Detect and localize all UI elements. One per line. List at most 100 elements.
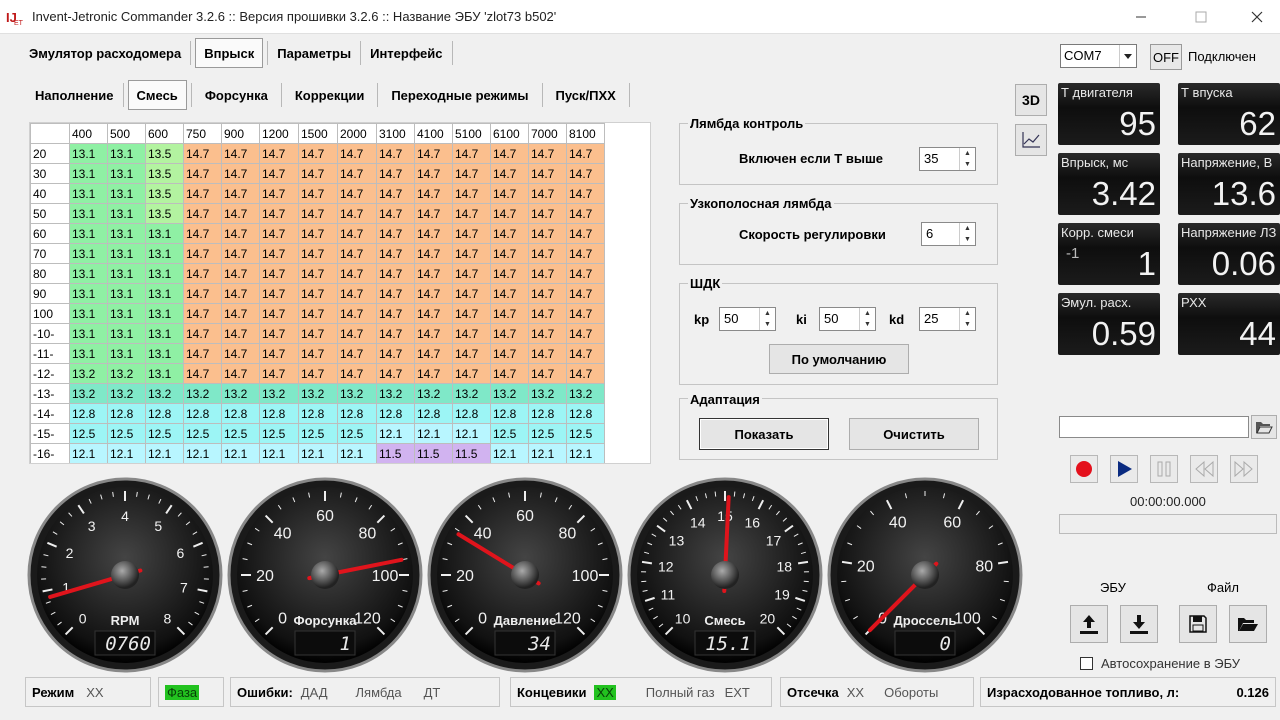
mixture-table[interactable]: 400 500 600 750 900 1200 1500 2000 3100 4100 5100 6…: [29, 122, 651, 464]
grid-cell[interactable]: 12.1: [221, 443, 260, 463]
grid-cell[interactable]: 14.7: [376, 343, 415, 364]
grid-cell[interactable]: 13.1: [145, 283, 184, 304]
grid-cell[interactable]: 14.7: [259, 303, 299, 324]
grid-cell[interactable]: 13.2: [528, 383, 567, 404]
grid-cell[interactable]: 14.7: [452, 203, 491, 224]
grid-cell[interactable]: 14.7: [337, 143, 377, 164]
grid-cell[interactable]: 14.7: [183, 363, 222, 384]
grid-cell[interactable]: 14.7: [183, 263, 222, 284]
default-button[interactable]: По умолчанию: [769, 344, 909, 374]
spinner-arrows-icon[interactable]: ▲ ▼: [859, 308, 875, 330]
com-port-select[interactable]: COM7: [1060, 44, 1137, 68]
grid-cell[interactable]: 14.7: [414, 363, 453, 384]
grid-cell[interactable]: 14.7: [337, 263, 377, 284]
grid-cell[interactable]: 12.1: [298, 443, 338, 463]
minimize-button[interactable]: [1118, 0, 1164, 34]
grid-cell[interactable]: 12.8: [566, 403, 605, 424]
grid-cell[interactable]: 13.1: [69, 303, 108, 324]
grid-cell[interactable]: 14.7: [376, 143, 415, 164]
grid-cell[interactable]: 14.7: [414, 223, 453, 244]
grid-cell[interactable]: 14.7: [183, 303, 222, 324]
grid-cell[interactable]: 14.7: [528, 203, 567, 224]
grid-cell[interactable]: 13.2: [452, 383, 491, 404]
grid-cell[interactable]: 12.8: [376, 403, 415, 424]
grid-cell[interactable]: 14.7: [490, 223, 529, 244]
subtab-transients[interactable]: Переходные режимы: [378, 80, 541, 110]
grid-cell[interactable]: 14.7: [452, 363, 491, 384]
grid-cell[interactable]: 14.7: [376, 183, 415, 204]
grid-cell[interactable]: 12.5: [107, 423, 146, 444]
grid-cell[interactable]: 14.7: [183, 243, 222, 264]
grid-cell[interactable]: 14.7: [376, 363, 415, 384]
chart-view-button[interactable]: [1015, 124, 1047, 156]
grid-cell[interactable]: 14.7: [183, 223, 222, 244]
grid-cell[interactable]: 14.7: [337, 343, 377, 364]
grid-cell[interactable]: 13.1: [69, 143, 108, 164]
grid-cell[interactable]: 14.7: [566, 263, 605, 284]
grid-cell[interactable]: 14.7: [337, 223, 377, 244]
grid-cell[interactable]: 14.7: [376, 323, 415, 344]
grid-cell[interactable]: 14.7: [528, 303, 567, 324]
download-from-ecu-button[interactable]: [1120, 605, 1158, 643]
tab-interface[interactable]: Интерфейс: [361, 38, 451, 68]
grid-cell[interactable]: 14.7: [452, 343, 491, 364]
grid-cell[interactable]: 13.2: [183, 383, 222, 404]
grid-cell[interactable]: 14.7: [298, 143, 338, 164]
close-button[interactable]: [1234, 0, 1280, 34]
spinner-arrows-icon[interactable]: ▲ ▼: [959, 148, 975, 170]
grid-cell[interactable]: 14.7: [337, 303, 377, 324]
grid-cell[interactable]: 13.2: [69, 383, 108, 404]
grid-cell[interactable]: 14.7: [221, 243, 260, 264]
grid-cell[interactable]: 14.7: [528, 183, 567, 204]
grid-cell[interactable]: 14.7: [376, 243, 415, 264]
grid-cell[interactable]: 13.1: [145, 263, 184, 284]
ki-spinner[interactable]: 50 ▲ ▼: [819, 307, 876, 331]
grid-cell[interactable]: 14.7: [528, 363, 567, 384]
mixture-grid[interactable]: 400 500 600 750 900 1200 1500 2000 3100 4100 5100 6…: [30, 123, 605, 463]
grid-cell[interactable]: 14.7: [414, 323, 453, 344]
grid-cell[interactable]: 14.7: [259, 143, 299, 164]
grid-cell[interactable]: 14.7: [376, 223, 415, 244]
grid-cell[interactable]: 14.7: [452, 263, 491, 284]
grid-cell[interactable]: 12.8: [183, 403, 222, 424]
grid-cell[interactable]: 14.7: [528, 323, 567, 344]
grid-cell[interactable]: 14.7: [259, 263, 299, 284]
grid-cell[interactable]: 12.1: [259, 443, 299, 463]
grid-cell[interactable]: 14.7: [566, 343, 605, 364]
grid-cell[interactable]: 12.8: [298, 403, 338, 424]
spinner-arrows-icon[interactable]: ▲ ▼: [959, 223, 975, 245]
grid-cell[interactable]: 12.5: [566, 423, 605, 444]
grid-cell[interactable]: 13.2: [221, 383, 260, 404]
grid-cell[interactable]: 13.1: [69, 283, 108, 304]
maximize-button[interactable]: [1178, 0, 1224, 34]
grid-cell[interactable]: 14.7: [566, 163, 605, 184]
grid-cell[interactable]: 13.1: [145, 343, 184, 364]
grid-cell[interactable]: 14.7: [298, 163, 338, 184]
grid-cell[interactable]: 12.1: [414, 423, 453, 444]
lambda-temp-spinner[interactable]: 35 ▲ ▼: [919, 147, 976, 171]
grid-cell[interactable]: 13.2: [414, 383, 453, 404]
chevron-down-icon[interactable]: [1119, 45, 1136, 67]
grid-cell[interactable]: 14.7: [183, 163, 222, 184]
rewind-button[interactable]: [1190, 455, 1218, 483]
subtab-injector[interactable]: Форсунка: [192, 80, 281, 110]
grid-cell[interactable]: 14.7: [490, 323, 529, 344]
grid-cell[interactable]: 14.7: [414, 343, 453, 364]
grid-cell[interactable]: 13.1: [69, 263, 108, 284]
grid-cell[interactable]: 13.2: [298, 383, 338, 404]
grid-cell[interactable]: 14.7: [298, 223, 338, 244]
grid-cell[interactable]: 14.7: [566, 283, 605, 304]
grid-cell[interactable]: 14.7: [566, 243, 605, 264]
grid-cell[interactable]: 13.5: [145, 183, 184, 204]
grid-cell[interactable]: 14.7: [528, 343, 567, 364]
grid-cell[interactable]: 14.7: [221, 183, 260, 204]
grid-cell[interactable]: 12.5: [528, 423, 567, 444]
grid-cell[interactable]: 13.1: [107, 223, 146, 244]
grid-cell[interactable]: 14.7: [452, 223, 491, 244]
tab-parameters[interactable]: Параметры: [268, 38, 360, 68]
grid-cell[interactable]: 13.2: [490, 383, 529, 404]
grid-cell[interactable]: 14.7: [259, 323, 299, 344]
subtab-mixture[interactable]: Смесь: [127, 80, 187, 110]
grid-cell[interactable]: 14.7: [490, 163, 529, 184]
kp-spinner[interactable]: 50 ▲ ▼: [719, 307, 776, 331]
